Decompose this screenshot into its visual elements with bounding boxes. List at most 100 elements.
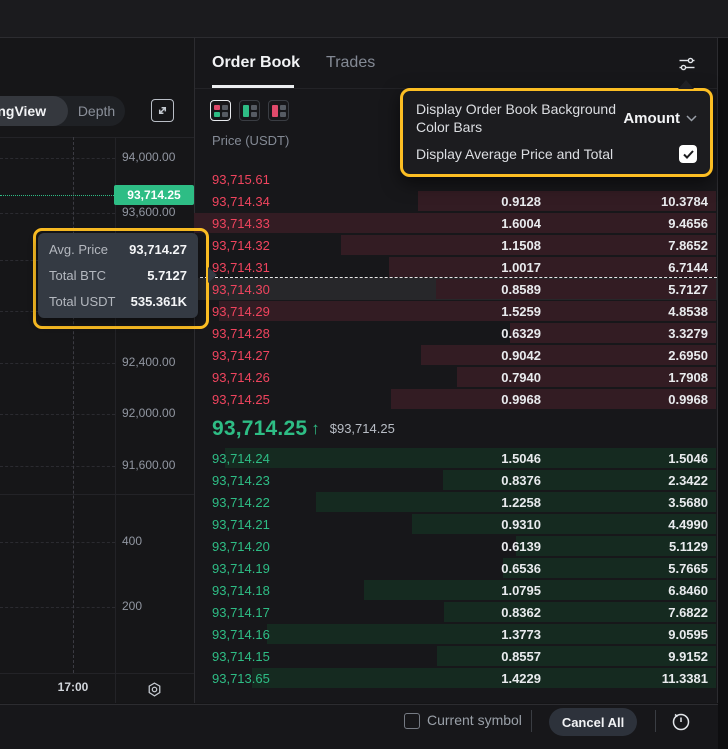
order-book-mode-bids-icon[interactable] [239, 100, 260, 121]
price-cell: 93,714.24 [195, 451, 401, 466]
crosshair-time-label: 17:00 [45, 680, 101, 694]
amount-cell: 1.0017 [401, 260, 541, 275]
current-symbol-label: Current symbol [427, 712, 522, 728]
asks-list: 93,715.61 93,714.340.912810.378493,714.33… [195, 168, 717, 410]
price-cell: 93,715.61 [195, 172, 401, 187]
order-book-row[interactable]: 93,714.311.00176.7144 [195, 256, 717, 278]
gridline [0, 414, 115, 415]
order-book-row[interactable]: 93,714.161.37739.0595 [195, 623, 717, 645]
tab-trades[interactable]: Trades [326, 54, 375, 72]
price-cell: 93,714.28 [195, 326, 401, 341]
cancel-all-button[interactable]: Cancel All [549, 708, 637, 736]
price-cell: 93,713.65 [195, 671, 401, 686]
order-book-row[interactable]: 93,714.270.90422.6950 [195, 344, 717, 366]
avg-price-tooltip: Avg. Price93,714.27Total BTC5.7127Total … [38, 233, 198, 318]
gridline [0, 542, 115, 543]
color-bars-label: Display Order Book Background Color Bars [416, 100, 616, 136]
order-book-row[interactable]: 93,714.250.99680.9968 [195, 388, 717, 410]
amount-cell: 1.0795 [401, 583, 541, 598]
total-cell: 9.0595 [541, 627, 717, 642]
price-cell: 93,714.16 [195, 627, 401, 642]
price-cell: 93,714.32 [195, 238, 401, 253]
divider [655, 710, 656, 732]
total-cell: 3.5680 [541, 495, 717, 510]
order-book-row[interactable]: 93,714.181.07956.8460 [195, 579, 717, 601]
price-cell: 93,714.27 [195, 348, 401, 363]
total-cell: 4.4990 [541, 517, 717, 532]
order-book-row[interactable]: 93,714.221.22583.5680 [195, 491, 717, 513]
amount-cell: 0.8589 [401, 282, 541, 297]
order-book-row[interactable]: 93,714.291.52594.8538 [195, 300, 717, 322]
amount-cell: 0.8362 [401, 605, 541, 620]
order-book-tabs: Order Book Trades [212, 38, 375, 88]
order-book-row[interactable]: 93,714.331.60049.4656 [195, 212, 717, 234]
order-book-row[interactable]: 93,714.200.61395.1129 [195, 535, 717, 557]
total-cell: 9.9152 [541, 649, 717, 664]
tooltip-row: Total BTC5.7127 [49, 268, 187, 283]
order-book-row[interactable]: 93,714.321.15087.8652 [195, 234, 717, 256]
order-book-row[interactable]: 93,714.210.93104.4990 [195, 513, 717, 535]
price-cell: 93,714.30 [195, 282, 401, 297]
tooltip-value: 535.361K [131, 294, 187, 309]
order-book-row[interactable]: 93,713.651.422911.3381 [195, 667, 717, 689]
total-cell: 2.3422 [541, 473, 717, 488]
divider [531, 710, 532, 732]
total-cell: 5.7665 [541, 561, 717, 576]
popup-pointer [678, 80, 694, 89]
order-book-row[interactable]: 93,714.170.83627.6822 [195, 601, 717, 623]
amount-cell: 0.6536 [401, 561, 541, 576]
chart-panel: TradingView Depth 94,000.0093,600.0092,8… [0, 38, 195, 703]
tab-depth[interactable]: Depth [68, 96, 125, 126]
top-strip [0, 0, 728, 38]
order-timer-button[interactable] [668, 709, 694, 735]
total-cell: 2.6950 [541, 348, 717, 363]
order-book-row[interactable]: 93,714.260.79401.7908 [195, 366, 717, 388]
total-cell: 9.4656 [541, 216, 717, 231]
price-cell: 93,714.31 [195, 260, 401, 275]
expand-icon [156, 104, 169, 117]
dropdown-value: Amount [623, 110, 680, 127]
total-cell: 6.8460 [541, 583, 717, 598]
tab-order-book[interactable]: Order Book [212, 54, 300, 72]
total-cell: 7.6822 [541, 605, 717, 620]
order-book-row[interactable]: 93,714.150.85579.9152 [195, 645, 717, 667]
amount-cell: 0.9042 [401, 348, 541, 363]
order-book-row[interactable]: 93,714.300.85895.7127 [195, 278, 717, 300]
order-book-row[interactable]: 93,714.190.65365.7665 [195, 557, 717, 579]
order-book-row[interactable]: 93,714.340.912810.3784 [195, 190, 717, 212]
order-book-row[interactable]: 93,714.241.50461.5046 [195, 447, 717, 469]
expand-chart-button[interactable] [151, 99, 174, 122]
amount-cell: 0.8376 [401, 473, 541, 488]
order-book-row[interactable]: 93,714.280.63293.3279 [195, 322, 717, 344]
total-cell: 5.7127 [541, 282, 717, 297]
amount-cell: 0.9310 [401, 517, 541, 532]
sliders-icon [677, 54, 697, 74]
order-book-mode-asks-icon[interactable] [268, 100, 289, 121]
current-price-row[interactable]: 93,714.25 ↑ $93,714.25 [195, 410, 717, 447]
price-cell: 93,714.34 [195, 194, 401, 209]
price-cell: 93,714.20 [195, 539, 401, 554]
chart-settings-button[interactable] [143, 678, 165, 700]
right-edge [718, 38, 728, 749]
volume-pane-divider [0, 494, 194, 495]
tooltip-row: Total USDT535.361K [49, 294, 187, 309]
avg-price-tooltip-highlight: Avg. Price93,714.27Total BTC5.7127Total … [33, 228, 209, 329]
order-book-mode-both-icon[interactable] [210, 100, 231, 121]
order-book-row[interactable]: 93,714.230.83762.3422 [195, 469, 717, 491]
price-axis-border [115, 137, 116, 703]
color-bars-dropdown[interactable]: Amount [623, 110, 697, 127]
current-symbol-checkbox[interactable] [404, 713, 420, 729]
total-cell: 3.3279 [541, 326, 717, 341]
tooltip-row: Avg. Price93,714.27 [49, 242, 187, 257]
total-cell: 6.7144 [541, 260, 717, 275]
amount-cell: 0.6139 [401, 539, 541, 554]
amount-cell: 1.2258 [401, 495, 541, 510]
tooltip-label: Total BTC [49, 268, 106, 283]
amount-cell: 0.9128 [401, 194, 541, 209]
order-book-settings-button[interactable] [675, 52, 699, 76]
amount-cell: 0.6329 [401, 326, 541, 341]
chart-view-switcher: TradingView Depth [0, 96, 125, 126]
amount-cell: 1.5046 [401, 451, 541, 466]
tab-tradingview[interactable]: TradingView [0, 96, 68, 126]
avg-price-checkbox[interactable] [679, 145, 697, 163]
